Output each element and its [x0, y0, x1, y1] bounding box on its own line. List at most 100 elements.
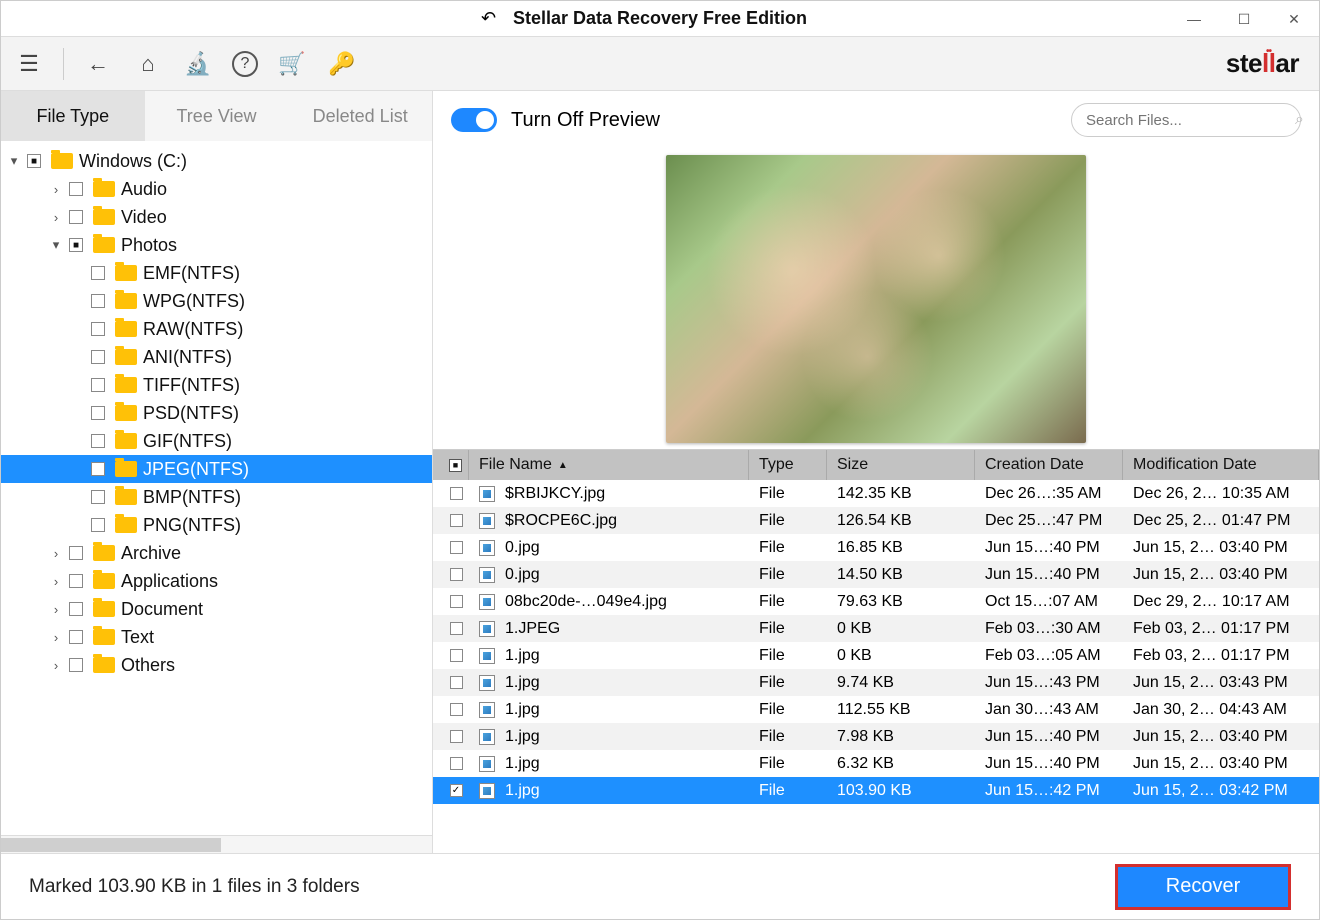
row-checkbox[interactable] — [450, 703, 463, 716]
tree-node[interactable]: ›Document — [1, 595, 432, 623]
checkbox[interactable] — [91, 322, 105, 336]
row-checkbox[interactable] — [450, 487, 463, 500]
tab-file-type[interactable]: File Type — [1, 91, 145, 141]
row-checkbox[interactable] — [450, 568, 463, 581]
checkbox[interactable]: ■ — [27, 154, 41, 168]
header-name[interactable]: File Name▲ — [469, 450, 749, 480]
tree-node[interactable]: ›Video — [1, 203, 432, 231]
tab-deleted-list[interactable]: Deleted List — [288, 91, 432, 141]
checkbox[interactable] — [91, 490, 105, 504]
row-checkbox[interactable] — [450, 595, 463, 608]
checkbox[interactable] — [91, 266, 105, 280]
table-row[interactable]: $ROCPE6C.jpgFile126.54 KBDec 25…:47 PMDe… — [433, 507, 1319, 534]
cart-icon[interactable]: 🛒 — [276, 48, 308, 80]
table-row[interactable]: 0.jpgFile16.85 KBJun 15…:40 PMJun 15, 2…… — [433, 534, 1319, 561]
help-icon[interactable]: ? — [232, 51, 258, 77]
tree-node[interactable]: ▾■Windows (C:) — [1, 147, 432, 175]
tree-node[interactable]: ›Text — [1, 623, 432, 651]
tree-node[interactable]: ›Applications — [1, 567, 432, 595]
maximize-button[interactable]: ☐ — [1219, 1, 1269, 37]
row-checkbox[interactable] — [450, 622, 463, 635]
expand-icon[interactable]: ▾ — [47, 237, 65, 253]
home-icon[interactable]: ⌂ — [132, 48, 164, 80]
checkbox[interactable] — [69, 210, 83, 224]
table-row[interactable]: 0.jpgFile14.50 KBJun 15…:40 PMJun 15, 2…… — [433, 561, 1319, 588]
expand-icon[interactable]: › — [47, 210, 65, 225]
tree-node[interactable]: RAW(NTFS) — [1, 315, 432, 343]
tree-node[interactable]: PSD(NTFS) — [1, 399, 432, 427]
back-icon[interactable]: ← — [82, 48, 114, 80]
tree-node[interactable]: TIFF(NTFS) — [1, 371, 432, 399]
header-checkbox[interactable]: ■ — [433, 450, 469, 480]
row-checkbox[interactable] — [450, 757, 463, 770]
h-scrollbar[interactable] — [1, 835, 432, 853]
search-input[interactable] — [1086, 112, 1285, 129]
tree-node[interactable]: ›Others — [1, 651, 432, 679]
tree-node[interactable]: GIF(NTFS) — [1, 427, 432, 455]
checkbox[interactable]: ■ — [69, 238, 83, 252]
checkbox[interactable] — [69, 658, 83, 672]
tree-node[interactable]: ›Audio — [1, 175, 432, 203]
close-button[interactable]: ✕ — [1269, 1, 1319, 37]
search-box[interactable]: ⌕ — [1071, 103, 1301, 137]
table-row[interactable]: $RBIJKCY.jpgFile142.35 KBDec 26…:35 AMDe… — [433, 480, 1319, 507]
tree-node[interactable]: BMP(NTFS) — [1, 483, 432, 511]
table-row[interactable]: 08bc20de-…049e4.jpgFile79.63 KBOct 15…:0… — [433, 588, 1319, 615]
checkbox[interactable] — [91, 294, 105, 308]
preview-toggle[interactable] — [451, 108, 497, 132]
row-checkbox[interactable] — [450, 649, 463, 662]
row-checkbox[interactable] — [450, 541, 463, 554]
table-row[interactable]: 1.jpgFile7.98 KBJun 15…:40 PMJun 15, 2… … — [433, 723, 1319, 750]
row-checkbox[interactable] — [450, 514, 463, 527]
tree-node[interactable]: EMF(NTFS) — [1, 259, 432, 287]
expand-icon[interactable]: › — [47, 658, 65, 673]
file-type: File — [749, 534, 827, 561]
row-checkbox[interactable]: ✓ — [450, 784, 463, 797]
table-row[interactable]: 1.jpgFile9.74 KBJun 15…:43 PMJun 15, 2… … — [433, 669, 1319, 696]
key-icon[interactable]: 🔑 — [326, 48, 358, 80]
checkbox[interactable] — [69, 546, 83, 560]
checkbox[interactable] — [69, 574, 83, 588]
tree-node[interactable]: ■JPEG(NTFS) — [1, 455, 432, 483]
tree-node[interactable]: PNG(NTFS) — [1, 511, 432, 539]
file-icon — [479, 648, 495, 664]
recover-button[interactable]: Recover — [1115, 864, 1291, 910]
tree-node[interactable]: ANI(NTFS) — [1, 343, 432, 371]
checkbox[interactable] — [91, 350, 105, 364]
header-size[interactable]: Size — [827, 450, 975, 480]
table-row[interactable]: 1.jpgFile0 KBFeb 03…:05 AMFeb 03, 2… 01:… — [433, 642, 1319, 669]
minimize-button[interactable]: — — [1169, 1, 1219, 37]
header-type[interactable]: Type — [749, 450, 827, 480]
checkbox[interactable] — [91, 434, 105, 448]
checkbox[interactable] — [91, 518, 105, 532]
checkbox[interactable] — [91, 406, 105, 420]
tab-tree-view[interactable]: Tree View — [145, 91, 289, 141]
expand-icon[interactable]: › — [47, 602, 65, 617]
scan-icon[interactable]: 🔬 — [182, 48, 214, 80]
checkbox[interactable] — [69, 182, 83, 196]
expand-icon[interactable]: › — [47, 630, 65, 645]
checkbox[interactable] — [69, 602, 83, 616]
header-cdate[interactable]: Creation Date — [975, 450, 1123, 480]
table-row[interactable]: 1.jpgFile6.32 KBJun 15…:40 PMJun 15, 2… … — [433, 750, 1319, 777]
tree-node[interactable]: WPG(NTFS) — [1, 287, 432, 315]
checkbox[interactable] — [69, 630, 83, 644]
expand-icon[interactable]: › — [47, 574, 65, 589]
file-mdate: Jun 15, 2… 03:42 PM — [1123, 777, 1319, 804]
tree-node[interactable]: ›Archive — [1, 539, 432, 567]
table-row[interactable]: 1.JPEGFile0 KBFeb 03…:30 AMFeb 03, 2… 01… — [433, 615, 1319, 642]
row-checkbox[interactable] — [450, 730, 463, 743]
menu-icon[interactable]: ☰ — [13, 48, 45, 80]
folder-icon — [115, 321, 137, 337]
row-checkbox[interactable] — [450, 676, 463, 689]
tree-node[interactable]: ▾■Photos — [1, 231, 432, 259]
undo-icon[interactable]: ↶ — [481, 8, 496, 29]
table-row[interactable]: 1.jpgFile112.55 KBJan 30…:43 AMJan 30, 2… — [433, 696, 1319, 723]
checkbox[interactable]: ■ — [91, 462, 105, 476]
expand-icon[interactable]: ▾ — [5, 153, 23, 169]
table-row[interactable]: ✓1.jpgFile103.90 KBJun 15…:42 PMJun 15, … — [433, 777, 1319, 804]
header-mdate[interactable]: Modification Date — [1123, 450, 1319, 480]
expand-icon[interactable]: › — [47, 546, 65, 561]
expand-icon[interactable]: › — [47, 182, 65, 197]
checkbox[interactable] — [91, 378, 105, 392]
